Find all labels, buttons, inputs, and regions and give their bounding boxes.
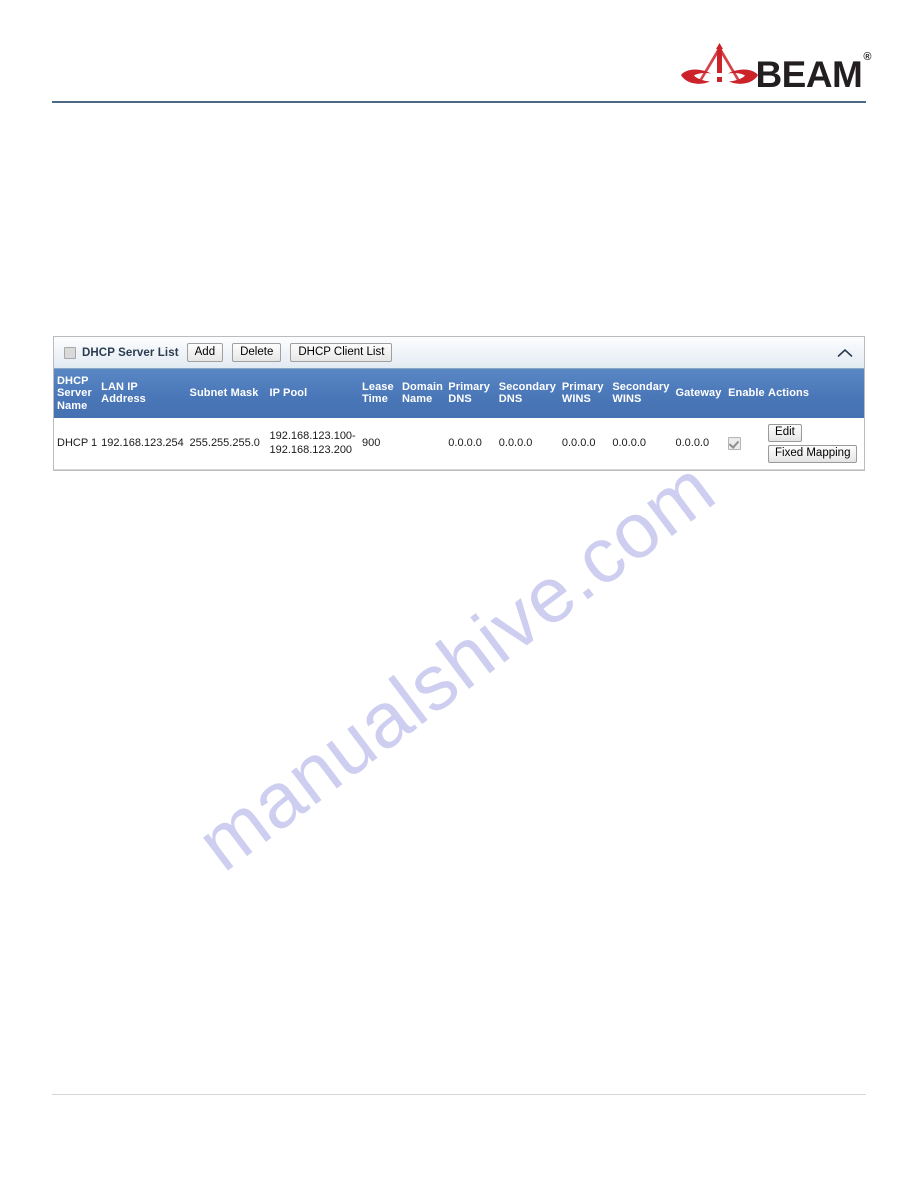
column-header-actions: Actions	[765, 369, 864, 418]
cell-subnet-mask: 255.255.255.0	[186, 417, 267, 471]
footer-divider	[52, 1094, 866, 1095]
brand-logo: BEAM®	[680, 42, 871, 95]
add-button[interactable]: Add	[186, 342, 224, 363]
select-all-checkbox[interactable]	[64, 346, 76, 359]
chevron-up-glyph	[837, 348, 853, 357]
brand-name: BEAM	[755, 53, 863, 95]
cell-primary-wins: 0.0.0.0	[558, 417, 610, 471]
cell-ip-pool: 192.168.123.100-192.168.123.200	[266, 417, 360, 471]
cell-secondary-dns: 0.0.0.0	[495, 417, 559, 471]
cell-gateway: 0.0.0.0	[672, 417, 726, 471]
delete-button[interactable]: Delete	[232, 342, 282, 363]
column-header-enable: Enable	[725, 369, 766, 418]
page-root: manualshive.com BEAM® DHCP Server List A…	[0, 0, 918, 1188]
column-header-domain-name: Domain Name	[399, 369, 446, 418]
column-header-primary-dns: Primary DNS	[445, 369, 496, 418]
brand-wordmark: BEAM®	[755, 51, 871, 95]
beam-antenna-logo-icon	[681, 43, 759, 84]
fixed-mapping-button[interactable]: Fixed Mapping	[768, 445, 858, 464]
column-header-dhcp-server-name: DHCP Server Name	[54, 369, 99, 418]
chevron-up-icon[interactable]	[834, 342, 856, 364]
column-header-primary-wins: Primary WINS	[558, 369, 610, 418]
table-header-row: DHCP Server Name LAN IP Address Subnet M…	[54, 369, 864, 418]
dhcp-server-table: DHCP Server Name LAN IP Address Subnet M…	[54, 369, 864, 471]
column-header-subnet-mask: Subnet Mask	[186, 369, 267, 418]
cell-enable	[725, 417, 766, 471]
column-header-secondary-dns: Secondary DNS	[495, 369, 559, 418]
watermark-text: manualshive.com	[180, 442, 731, 888]
registered-trademark-icon: ®	[863, 50, 871, 63]
dhcp-server-list-panel: DHCP Server List Add Delete DHCP Client …	[53, 336, 865, 472]
column-header-lease-time: Lease Time	[359, 369, 399, 418]
watermark: manualshive.com	[96, 430, 816, 900]
column-header-lan-ip-address: LAN IP Address	[98, 369, 187, 418]
cell-domain-name	[399, 417, 446, 471]
column-header-secondary-wins: Secondary WINS	[609, 369, 673, 418]
header-divider	[52, 101, 866, 103]
enable-checkbox[interactable]	[728, 436, 742, 450]
cell-actions: Edit Fixed Mapping	[765, 417, 864, 471]
cell-secondary-wins: 0.0.0.0	[609, 417, 673, 471]
cell-dhcp-server-name: DHCP 1	[54, 417, 99, 471]
column-header-gateway: Gateway	[672, 369, 726, 418]
dhcp-client-list-button[interactable]: DHCP Client List	[290, 342, 393, 363]
table-row[interactable]: DHCP 1 192.168.123.254 255.255.255.0 192…	[54, 417, 864, 471]
edit-button[interactable]: Edit	[768, 423, 802, 443]
cell-lan-ip-address: 192.168.123.254	[98, 417, 187, 471]
panel-header: DHCP Server List Add Delete DHCP Client …	[54, 337, 864, 369]
column-header-ip-pool: IP Pool	[266, 369, 360, 418]
cell-lease-time: 900	[359, 417, 399, 471]
cell-primary-dns: 0.0.0.0	[445, 417, 496, 471]
panel-title: DHCP Server List	[82, 346, 179, 359]
